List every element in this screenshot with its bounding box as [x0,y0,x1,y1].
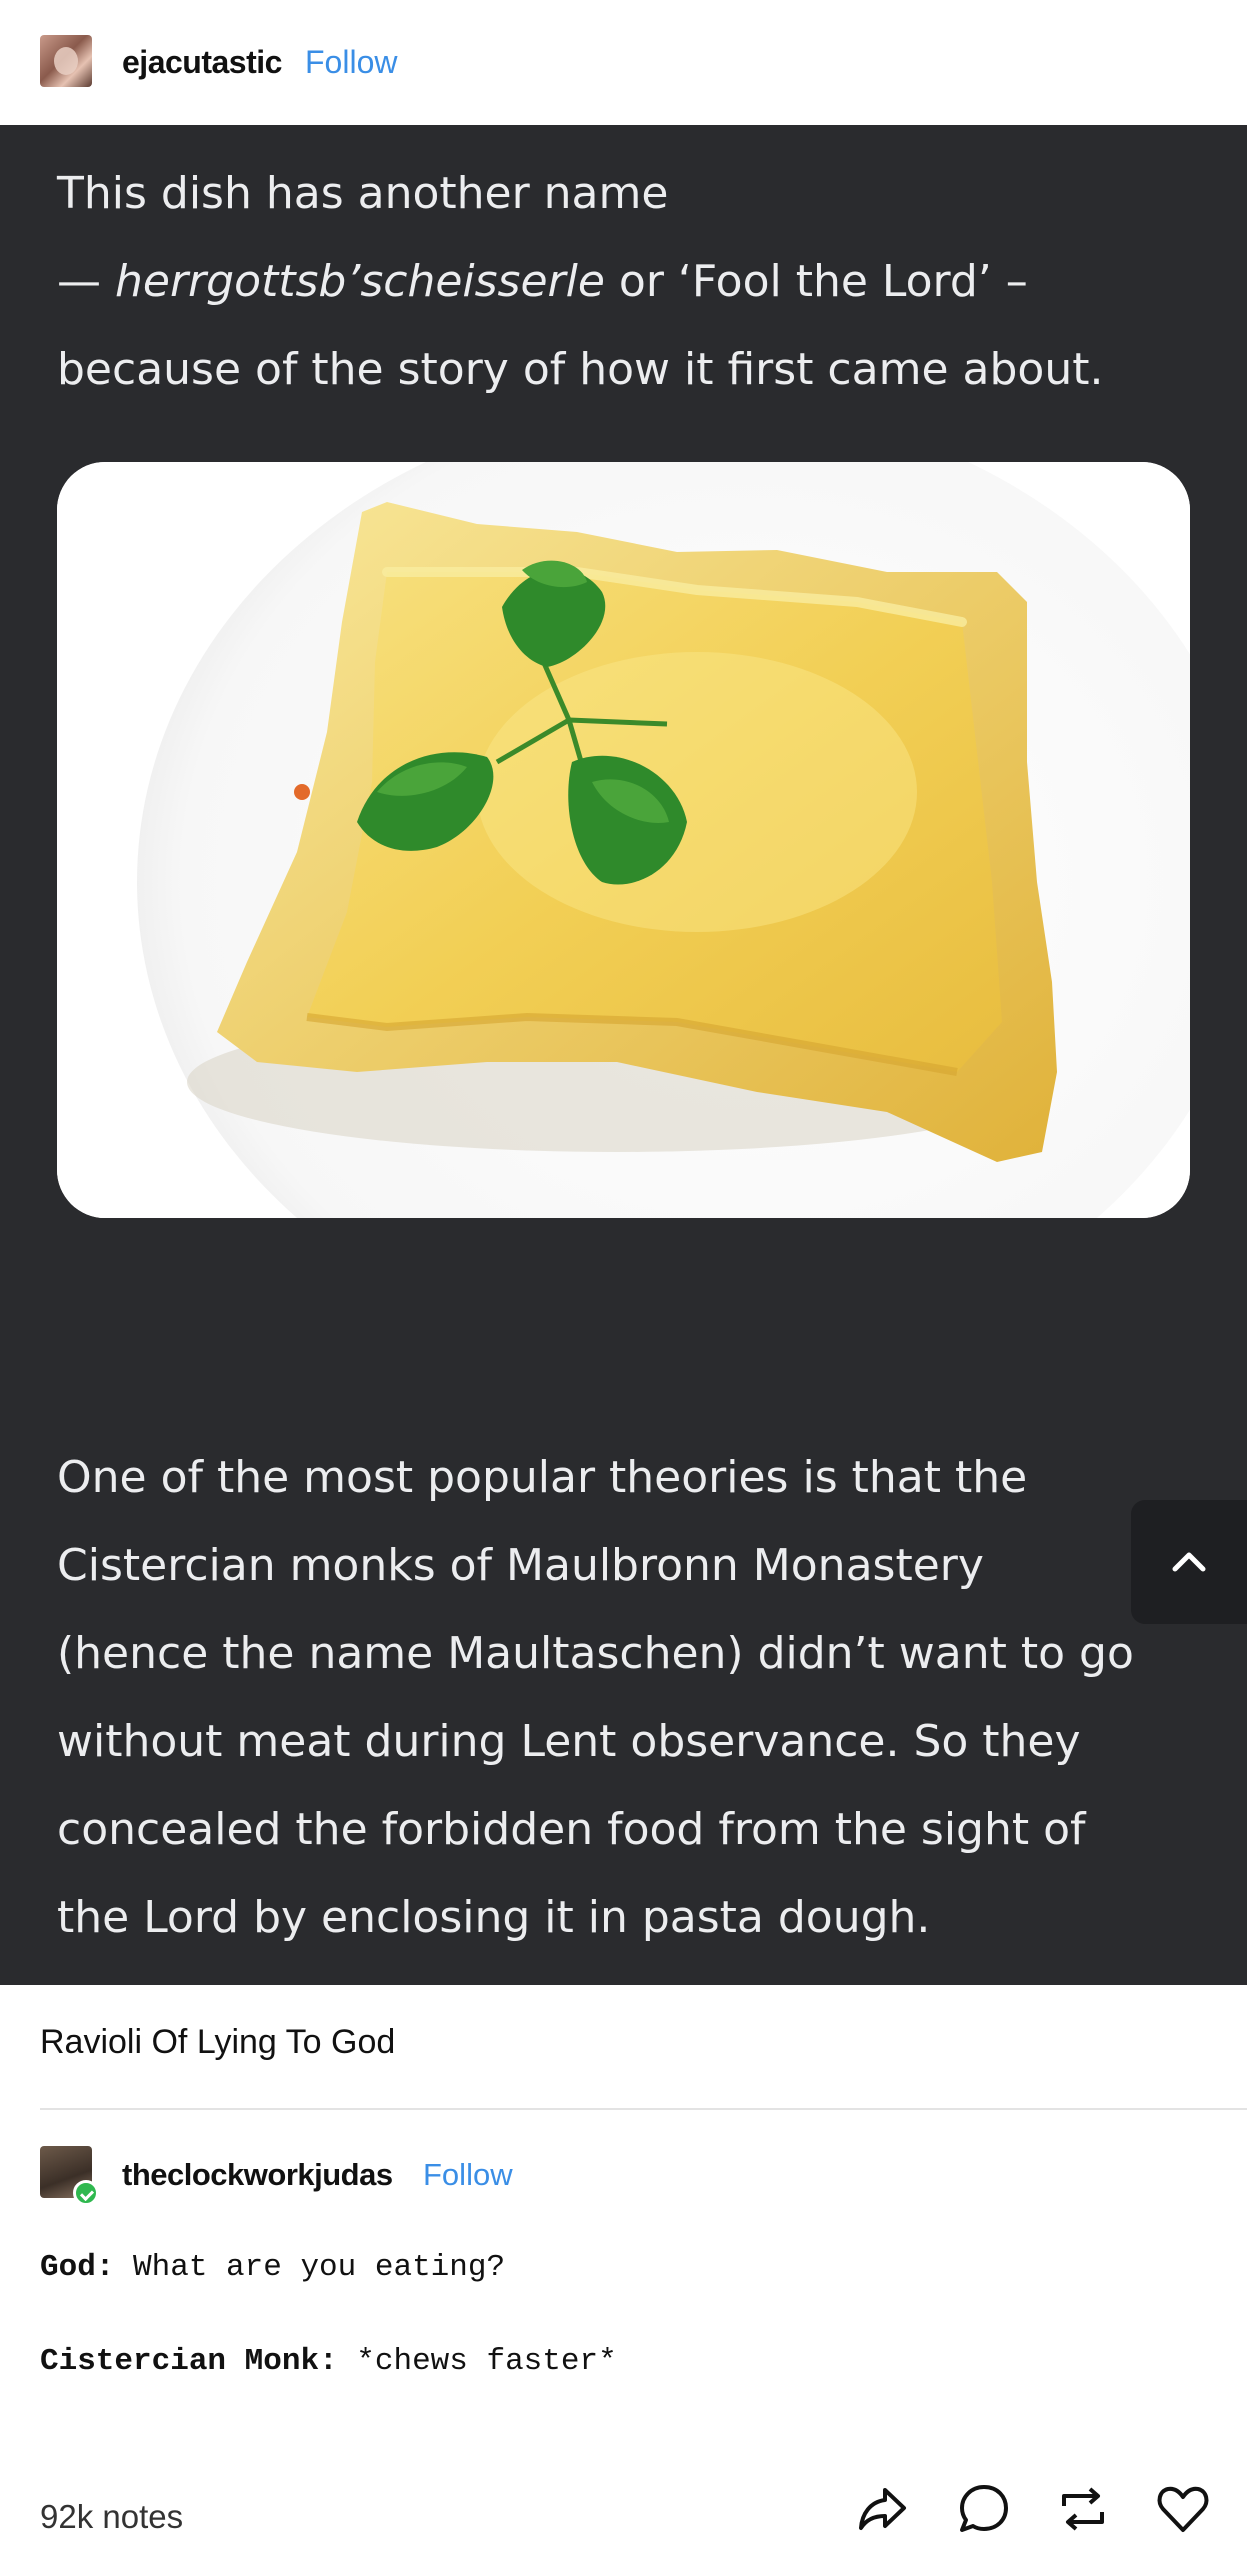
comment-icon[interactable] [953,2478,1015,2540]
chat-speaker: God: [40,2250,115,2285]
body-line-2: — herrgottsb’scheisserle or ‘Fool the Lo… [57,238,1028,326]
author-username[interactable]: ejacutastic [122,44,282,81]
share-icon[interactable] [852,2478,914,2540]
chevron-up-icon [1172,1552,1206,1572]
body-line-6: (hence the name Maultaschen) didn’t want… [57,1628,1134,1679]
chat-line-god: God: What are you eating? [40,2250,505,2285]
scroll-to-top-button[interactable] [1131,1500,1247,1624]
body-line-1: This dish has another name [57,168,669,219]
like-icon[interactable] [1152,2478,1214,2540]
ravioli-illustration [57,462,1190,1218]
body-line-5: Cistercian monks of Maulbronn Monastery [57,1540,984,1591]
reply-follow-button[interactable]: Follow [423,2157,513,2193]
body-line-8: concealed the forbidden food from the si… [57,1804,1086,1855]
post-caption: Ravioli Of Lying To God [40,2023,396,2061]
reply-divider [40,2108,1247,2110]
reblog-icon[interactable] [1052,2478,1114,2540]
author-avatar[interactable] [40,35,92,87]
body-line-3: because of the story of how it first cam… [57,344,1104,395]
body-line-7: without meat during Lent observance. So … [57,1716,1081,1767]
chat-speaker: Cistercian Monk: [40,2344,338,2379]
ravioli-photo[interactable] [57,462,1190,1218]
chat-line-monk: Cistercian Monk: *chews faster* [40,2344,617,2379]
follow-button[interactable]: Follow [305,44,397,81]
body-line-4: One of the most popular theories is that… [57,1452,1028,1503]
post-header: ejacutastic Follow [0,0,1247,125]
chat-text: What are you eating? [114,2250,506,2285]
reply-author-username[interactable]: theclockworkjudas [122,2157,393,2193]
dish-nickname: or ‘Fool the Lord’ – [604,256,1028,307]
dish-alt-name: herrgottsb’scheisserle [115,256,605,307]
notes-count[interactable]: 92k notes [40,2498,183,2536]
dash: — [57,256,115,307]
checkmark-badge-icon [73,2180,99,2206]
body-line-9: the Lord by enclosing it in pasta dough. [57,1892,931,1943]
chat-text: *chews faster* [337,2344,617,2379]
